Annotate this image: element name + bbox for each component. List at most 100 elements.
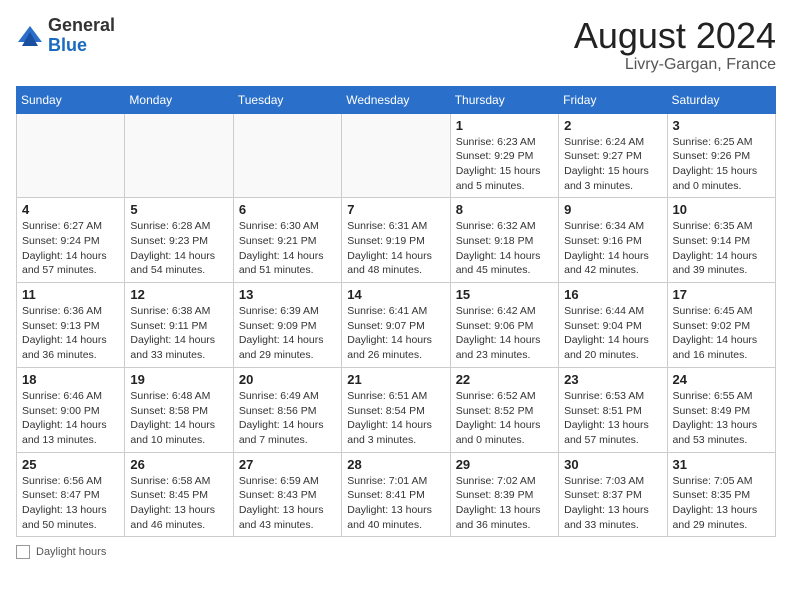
title-block: August 2024 Livry-Gargan, France <box>574 16 776 74</box>
page-header: General Blue August 2024 Livry-Gargan, F… <box>16 16 776 74</box>
day-number: 14 <box>347 287 444 302</box>
day-number: 29 <box>456 457 553 472</box>
calendar-day-cell: 22 Sunrise: 6:52 AMSunset: 8:52 PMDayligh… <box>450 367 558 452</box>
calendar-day-cell: 12 Sunrise: 6:38 AMSunset: 9:11 PMDayligh… <box>125 283 233 368</box>
day-number: 30 <box>564 457 661 472</box>
calendar-day-cell: 8 Sunrise: 6:32 AMSunset: 9:18 PMDaylight… <box>450 198 558 283</box>
day-number: 2 <box>564 118 661 133</box>
day-number: 21 <box>347 372 444 387</box>
calendar-week-row: 11Sunrise: 6:36 AMSunset: 9:13 PMDayligh… <box>17 283 776 368</box>
calendar-day-cell: 3 Sunrise: 6:25 AMSunset: 9:26 PMDaylight… <box>667 113 775 198</box>
calendar-day-cell: 25 Sunrise: 6:56 AMSunset: 8:47 PMDayligh… <box>17 452 125 537</box>
day-info: Sunrise: 6:38 AMSunset: 9:11 PMDaylight:… <box>130 304 227 363</box>
calendar-day-cell: 30 Sunrise: 7:03 AMSunset: 8:37 PMDayligh… <box>559 452 667 537</box>
calendar-day-cell: 13 Sunrise: 6:39 AMSunset: 9:09 PMDayligh… <box>233 283 341 368</box>
calendar-day-cell <box>17 113 125 198</box>
day-info: Sunrise: 6:52 AMSunset: 8:52 PMDaylight:… <box>456 389 553 448</box>
calendar-day-cell: 18 Sunrise: 6:46 AMSunset: 9:00 PMDayligh… <box>17 367 125 452</box>
day-number: 25 <box>22 457 119 472</box>
calendar-week-row: 1 Sunrise: 6:23 AMSunset: 9:29 PMDaylight… <box>17 113 776 198</box>
calendar-day-cell: 29Sunrise: 7:02 AMSunset: 8:39 PMDayligh… <box>450 452 558 537</box>
day-number: 1 <box>456 118 553 133</box>
day-number: 6 <box>239 202 336 217</box>
calendar-day-cell: 21Sunrise: 6:51 AMSunset: 8:54 PMDayligh… <box>342 367 450 452</box>
day-number: 31 <box>673 457 770 472</box>
calendar-day-cell: 19 Sunrise: 6:48 AMSunset: 8:58 PMDayligh… <box>125 367 233 452</box>
day-number: 28 <box>347 457 444 472</box>
calendar-day-cell: 11Sunrise: 6:36 AMSunset: 9:13 PMDayligh… <box>17 283 125 368</box>
calendar-table: SundayMondayTuesdayWednesdayThursdayFrid… <box>16 86 776 538</box>
day-info: Sunrise: 6:55 AMSunset: 8:49 PMDaylight:… <box>673 389 770 448</box>
day-info: Sunrise: 6:23 AMSunset: 9:29 PMDaylight:… <box>456 135 553 194</box>
calendar-day-cell: 1 Sunrise: 6:23 AMSunset: 9:29 PMDaylight… <box>450 113 558 198</box>
day-info: Sunrise: 6:24 AMSunset: 9:27 PMDaylight:… <box>564 135 661 194</box>
day-info: Sunrise: 6:28 AMSunset: 9:23 PMDaylight:… <box>130 219 227 278</box>
day-of-week-header: Tuesday <box>233 86 341 113</box>
calendar-day-cell: 15Sunrise: 6:42 AMSunset: 9:06 PMDayligh… <box>450 283 558 368</box>
calendar-day-cell: 16 Sunrise: 6:44 AMSunset: 9:04 PMDayligh… <box>559 283 667 368</box>
day-of-week-header: Saturday <box>667 86 775 113</box>
day-number: 8 <box>456 202 553 217</box>
day-number: 10 <box>673 202 770 217</box>
day-info: Sunrise: 6:41 AMSunset: 9:07 PMDaylight:… <box>347 304 444 363</box>
day-info: Sunrise: 7:05 AMSunset: 8:35 PMDaylight:… <box>673 474 770 533</box>
calendar-week-row: 4Sunrise: 6:27 AMSunset: 9:24 PMDaylight… <box>17 198 776 283</box>
calendar-day-cell <box>233 113 341 198</box>
day-info: Sunrise: 6:48 AMSunset: 8:58 PMDaylight:… <box>130 389 227 448</box>
day-number: 26 <box>130 457 227 472</box>
day-info: Sunrise: 6:34 AMSunset: 9:16 PMDaylight:… <box>564 219 661 278</box>
day-info: Sunrise: 6:27 AMSunset: 9:24 PMDaylight:… <box>22 219 119 278</box>
day-info: Sunrise: 6:39 AMSunset: 9:09 PMDaylight:… <box>239 304 336 363</box>
day-number: 9 <box>564 202 661 217</box>
day-number: 17 <box>673 287 770 302</box>
day-number: 15 <box>456 287 553 302</box>
day-info: Sunrise: 6:32 AMSunset: 9:18 PMDaylight:… <box>456 219 553 278</box>
calendar-day-cell: 4Sunrise: 6:27 AMSunset: 9:24 PMDaylight… <box>17 198 125 283</box>
day-number: 18 <box>22 372 119 387</box>
day-info: Sunrise: 6:44 AMSunset: 9:04 PMDaylight:… <box>564 304 661 363</box>
day-info: Sunrise: 6:45 AMSunset: 9:02 PMDaylight:… <box>673 304 770 363</box>
day-number: 11 <box>22 287 119 302</box>
day-number: 5 <box>130 202 227 217</box>
calendar-day-cell: 26 Sunrise: 6:58 AMSunset: 8:45 PMDayligh… <box>125 452 233 537</box>
location: Livry-Gargan, France <box>574 56 776 74</box>
day-info: Sunrise: 6:35 AMSunset: 9:14 PMDaylight:… <box>673 219 770 278</box>
day-info: Sunrise: 6:31 AMSunset: 9:19 PMDaylight:… <box>347 219 444 278</box>
day-number: 22 <box>456 372 553 387</box>
day-info: Sunrise: 6:49 AMSunset: 8:56 PMDaylight:… <box>239 389 336 448</box>
calendar-day-cell <box>125 113 233 198</box>
day-info: Sunrise: 6:30 AMSunset: 9:21 PMDaylight:… <box>239 219 336 278</box>
day-of-week-header: Friday <box>559 86 667 113</box>
day-info: Sunrise: 6:46 AMSunset: 9:00 PMDaylight:… <box>22 389 119 448</box>
day-info: Sunrise: 7:03 AMSunset: 8:37 PMDaylight:… <box>564 474 661 533</box>
calendar-day-cell: 27Sunrise: 6:59 AMSunset: 8:43 PMDayligh… <box>233 452 341 537</box>
day-number: 13 <box>239 287 336 302</box>
calendar-day-cell: 5 Sunrise: 6:28 AMSunset: 9:23 PMDaylight… <box>125 198 233 283</box>
logo-icon <box>16 22 44 50</box>
day-number: 19 <box>130 372 227 387</box>
logo: General Blue <box>16 16 115 56</box>
day-info: Sunrise: 7:01 AMSunset: 8:41 PMDaylight:… <box>347 474 444 533</box>
day-info: Sunrise: 6:53 AMSunset: 8:51 PMDaylight:… <box>564 389 661 448</box>
day-number: 12 <box>130 287 227 302</box>
day-number: 20 <box>239 372 336 387</box>
footer-label: Daylight hours <box>36 546 106 558</box>
calendar-day-cell: 6 Sunrise: 6:30 AMSunset: 9:21 PMDaylight… <box>233 198 341 283</box>
day-number: 3 <box>673 118 770 133</box>
calendar-day-cell: 9 Sunrise: 6:34 AMSunset: 9:16 PMDaylight… <box>559 198 667 283</box>
day-info: Sunrise: 6:25 AMSunset: 9:26 PMDaylight:… <box>673 135 770 194</box>
day-info: Sunrise: 6:58 AMSunset: 8:45 PMDaylight:… <box>130 474 227 533</box>
footer-color-indicator <box>16 545 30 559</box>
day-info: Sunrise: 6:59 AMSunset: 8:43 PMDaylight:… <box>239 474 336 533</box>
day-number: 16 <box>564 287 661 302</box>
calendar-day-cell: 24Sunrise: 6:55 AMSunset: 8:49 PMDayligh… <box>667 367 775 452</box>
day-of-week-header: Sunday <box>17 86 125 113</box>
calendar-day-cell: 14 Sunrise: 6:41 AMSunset: 9:07 PMDayligh… <box>342 283 450 368</box>
calendar-day-cell: 31 Sunrise: 7:05 AMSunset: 8:35 PMDayligh… <box>667 452 775 537</box>
calendar-day-cell: 17 Sunrise: 6:45 AMSunset: 9:02 PMDayligh… <box>667 283 775 368</box>
logo-general-text: General <box>48 15 115 35</box>
day-info: Sunrise: 6:56 AMSunset: 8:47 PMDaylight:… <box>22 474 119 533</box>
day-of-week-header: Thursday <box>450 86 558 113</box>
calendar-header-row: SundayMondayTuesdayWednesdayThursdayFrid… <box>17 86 776 113</box>
calendar-day-cell: 20 Sunrise: 6:49 AMSunset: 8:56 PMDayligh… <box>233 367 341 452</box>
